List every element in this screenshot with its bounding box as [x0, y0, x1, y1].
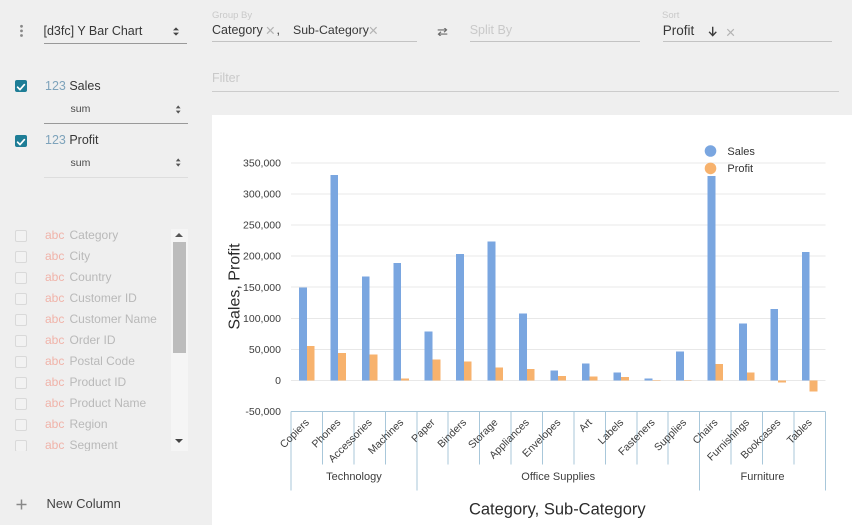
svg-text:-50,000: -50,000	[245, 406, 281, 418]
svg-text:Art: Art	[577, 417, 595, 435]
svg-text:Tables: Tables	[785, 417, 815, 447]
svg-text:Furniture: Furniture	[740, 471, 784, 483]
svg-text:50,000: 50,000	[249, 344, 281, 356]
svg-text:Technology: Technology	[326, 471, 382, 483]
svg-text:350,000: 350,000	[243, 157, 281, 169]
svg-text:Chairs: Chairs	[691, 417, 721, 447]
svg-text:Copiers: Copiers	[278, 417, 312, 451]
svg-text:Profit: Profit	[727, 163, 753, 175]
svg-text:Labels: Labels	[596, 417, 626, 447]
svg-text:Sales, Profit: Sales, Profit	[227, 243, 244, 330]
svg-text:Binders: Binders	[435, 417, 469, 451]
svg-text:Office Supplies: Office Supplies	[521, 471, 595, 483]
svg-text:100,000: 100,000	[243, 313, 281, 325]
svg-text:Supplies: Supplies	[652, 417, 689, 454]
svg-text:Sales: Sales	[727, 146, 755, 158]
svg-text:0: 0	[275, 375, 281, 387]
svg-text:Category, Sub-Category: Category, Sub-Category	[469, 500, 646, 518]
svg-text:Paper: Paper	[409, 416, 438, 445]
svg-text:150,000: 150,000	[243, 282, 281, 294]
svg-text:250,000: 250,000	[243, 220, 281, 232]
svg-text:300,000: 300,000	[243, 189, 281, 201]
svg-text:200,000: 200,000	[243, 251, 281, 263]
